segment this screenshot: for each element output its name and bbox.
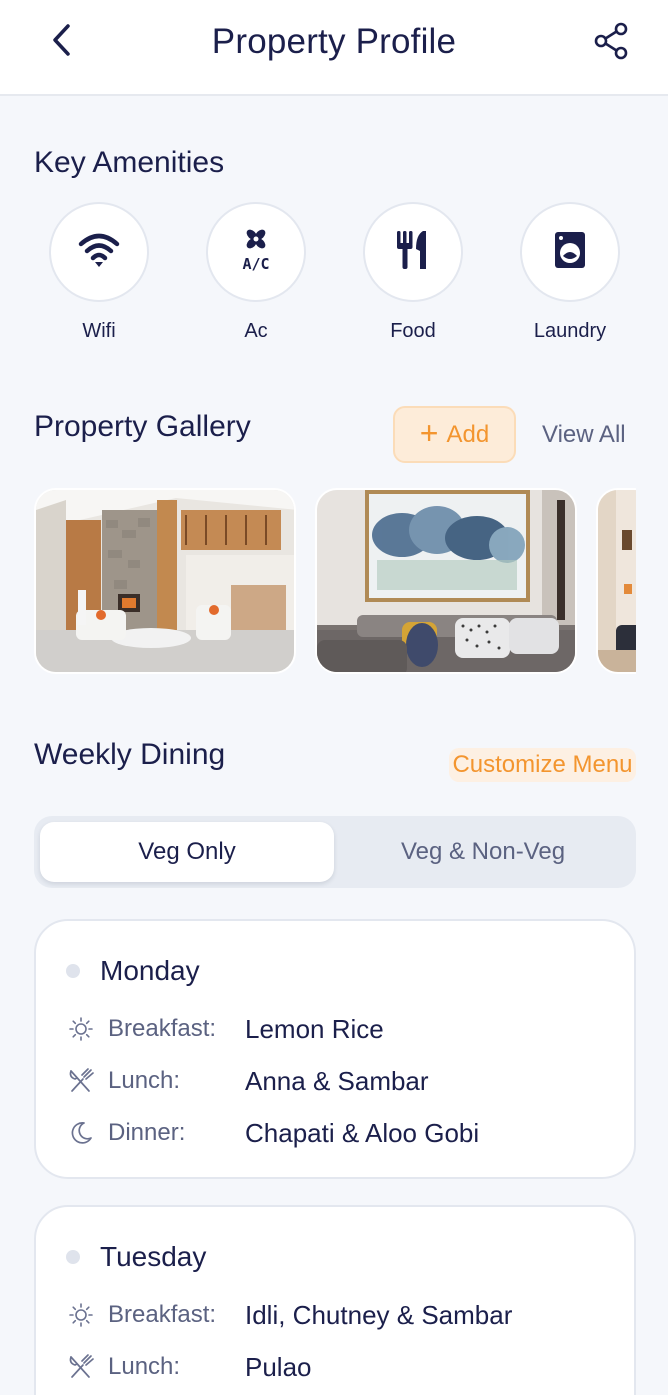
- fork-knife-icon: [66, 1352, 96, 1382]
- share-icon: [593, 22, 629, 65]
- moon-icon: [66, 1118, 96, 1148]
- washing-machine-icon: [553, 230, 587, 275]
- day-dot: [66, 964, 80, 978]
- day-card-monday: Monday Breakfast: Lemon Rice Lunch: Anna…: [34, 919, 636, 1179]
- amenity-ac[interactable]: A/C Ac: [204, 202, 308, 343]
- utensils-icon: [393, 229, 433, 276]
- plus-icon: +: [419, 415, 439, 451]
- living-room-photo[interactable]: [34, 488, 296, 674]
- meal-value: Idli, Chutney & Sambar: [245, 1299, 513, 1330]
- amenity-laundry-button[interactable]: [520, 202, 620, 302]
- amenity-food-button[interactable]: [363, 202, 463, 302]
- meal-row-lunch: Lunch: Pulao: [66, 1347, 312, 1387]
- meal-row-lunch: Lunch: Anna & Sambar: [66, 1061, 429, 1101]
- meal-label: Dinner:: [108, 1119, 186, 1146]
- amenity-label: Ac: [244, 320, 268, 342]
- amenity-wifi[interactable]: Wifi: [47, 202, 151, 343]
- meal-label: Lunch:: [108, 1353, 181, 1380]
- share-button[interactable]: [588, 20, 634, 66]
- page-title: Property Profile: [211, 22, 457, 61]
- day-header: Tuesday: [66, 1241, 206, 1273]
- add-photo-button[interactable]: + Add: [393, 406, 516, 463]
- ac-icon-text: A/C: [242, 255, 269, 273]
- meal-value: Anna & Sambar: [245, 1065, 429, 1096]
- meal-value: Chapati & Aloo Gobi: [245, 1117, 480, 1148]
- day-header: Monday: [66, 955, 200, 987]
- fork-knife-icon: [66, 1066, 96, 1096]
- day-dot: [66, 1250, 80, 1264]
- wifi-icon: [77, 230, 121, 275]
- amenity-label: Laundry: [533, 320, 607, 342]
- amenity-wifi-button[interactable]: [49, 202, 149, 302]
- amenity-laundry[interactable]: Laundry: [518, 202, 622, 343]
- amenities-row: Wifi A/C Ac Food Laundry: [0, 202, 668, 352]
- meal-row-breakfast: Breakfast: Idli, Chutney & Sambar: [66, 1295, 512, 1335]
- amenities-title: Key Amenities: [34, 146, 225, 179]
- meal-label: Breakfast:: [108, 1301, 217, 1328]
- diet-toggle: Veg Only Veg & Non-Veg: [34, 816, 636, 888]
- meal-value: Pulao: [245, 1351, 312, 1382]
- amenity-label: Wifi: [82, 320, 116, 342]
- amenity-food[interactable]: Food: [361, 202, 465, 343]
- amenity-ac-button[interactable]: A/C: [206, 202, 306, 302]
- dining-title: Weekly Dining: [34, 738, 226, 771]
- sun-icon: [66, 1014, 96, 1044]
- gallery-title: Property Gallery: [34, 410, 251, 443]
- meal-row-dinner: Dinner: Chapati & Aloo Gobi: [66, 1113, 479, 1153]
- day-card-tuesday: Tuesday Breakfast: Idli, Chutney & Samba…: [34, 1205, 636, 1395]
- lounge-sofa-photo[interactable]: [315, 488, 577, 674]
- add-label: Add: [446, 420, 490, 448]
- day-name: Tuesday: [100, 1241, 207, 1272]
- meal-label: Lunch:: [108, 1067, 181, 1094]
- view-all-link[interactable]: View All: [542, 421, 626, 449]
- gallery-carousel[interactable]: [34, 488, 636, 674]
- amenity-label: Food: [390, 320, 436, 342]
- meal-value: Lemon Rice: [245, 1013, 384, 1044]
- toggle-veg-only[interactable]: Veg Only: [40, 822, 334, 882]
- customize-menu-button[interactable]: Customize Menu: [449, 748, 636, 782]
- hallway-photo[interactable]: [596, 488, 636, 674]
- toggle-veg-non-veg[interactable]: Veg & Non-Veg: [336, 822, 630, 882]
- day-name: Monday: [100, 955, 200, 986]
- ac-icon: A/C: [236, 227, 276, 278]
- sun-icon: [66, 1300, 96, 1330]
- top-app-bar: Property Profile: [0, 0, 668, 96]
- meal-row-breakfast: Breakfast: Lemon Rice: [66, 1009, 384, 1049]
- meal-label: Breakfast:: [108, 1015, 217, 1042]
